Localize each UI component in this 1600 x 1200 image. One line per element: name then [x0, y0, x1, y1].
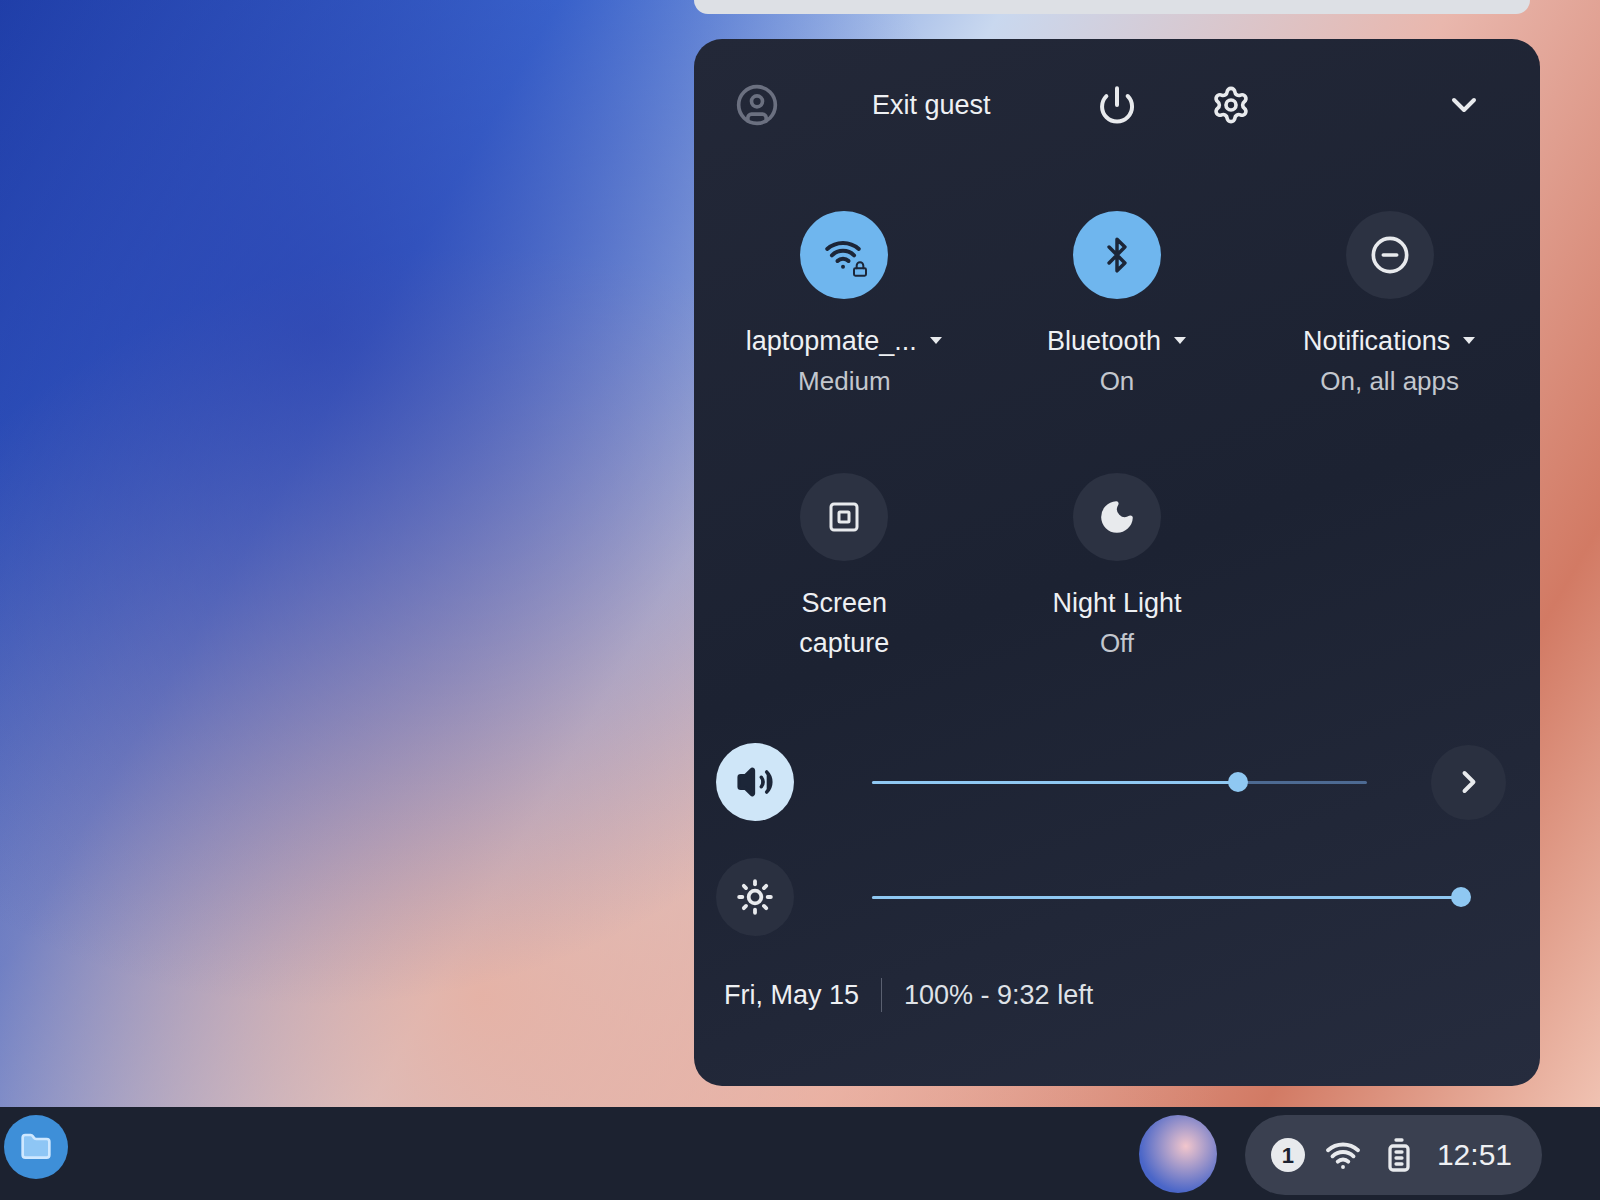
shelf-avatar[interactable] [1139, 1115, 1217, 1193]
panel-header: Exit guest [694, 39, 1540, 171]
volume-button[interactable] [716, 743, 794, 821]
feature-label: Night Light [1052, 583, 1181, 623]
gear-icon[interactable] [1211, 85, 1251, 125]
feature-tile[interactable]: Screen capture [708, 473, 981, 663]
feature-label: Bluetooth [1047, 321, 1161, 361]
collapse-chevron-icon[interactable] [1444, 85, 1484, 125]
wifi-lock-icon [824, 235, 864, 275]
volume-slider-row [694, 743, 1540, 821]
user-avatar-icon [735, 83, 779, 127]
files-app-button[interactable] [4, 1115, 68, 1179]
chromeos-screen: Exit guestlaptopmate_...MediumBluetoothO… [0, 0, 1600, 1200]
brightness-icon [736, 878, 774, 916]
audio-settings-button[interactable] [1431, 745, 1506, 820]
feature-label: Notifications [1303, 321, 1450, 361]
feature-button[interactable] [800, 473, 888, 561]
dropdown-caret-icon[interactable] [1173, 336, 1187, 346]
slider-track [872, 781, 1367, 784]
dropdown-caret-icon[interactable] [929, 336, 943, 346]
battery-label: 100% - 9:32 left [904, 977, 1093, 1013]
wifi-status-icon [1325, 1137, 1361, 1173]
power-icon[interactable] [1097, 85, 1137, 125]
slider-fill [872, 896, 1461, 899]
feature-button[interactable] [1073, 473, 1161, 561]
panel-footer: Fri, May 15 100% - 9:32 left [694, 977, 1540, 1013]
feature-sublabel: Off [1100, 623, 1134, 663]
feature-button[interactable] [1073, 211, 1161, 299]
slider-fill [872, 781, 1238, 784]
feature-button[interactable] [1346, 211, 1434, 299]
brightness-button[interactable] [716, 858, 794, 936]
clock[interactable]: 12:51 [1437, 1137, 1512, 1173]
brightness-slider-row [694, 858, 1540, 936]
feature-label: laptopmate_... [746, 321, 917, 361]
status-tray[interactable]: 1 12:51 [1245, 1115, 1542, 1195]
quick-settings-panel: Exit guestlaptopmate_...MediumBluetoothO… [694, 39, 1540, 1086]
folder-icon [20, 1131, 52, 1163]
date-label[interactable]: Fri, May 15 [724, 977, 859, 1013]
desktop: Exit guestlaptopmate_...MediumBluetoothO… [0, 0, 1600, 1107]
feature-sublabel: On [1100, 361, 1135, 401]
speaker-icon [736, 763, 774, 801]
shelf: 1 12:51 [0, 1107, 1600, 1200]
chevron-right-icon [1451, 764, 1487, 800]
screen-capture-icon [826, 499, 862, 535]
battery-icon [1381, 1137, 1417, 1173]
feature-button[interactable] [800, 211, 888, 299]
feature-label: Screen capture [759, 583, 929, 663]
feature-sublabel: Medium [798, 361, 890, 401]
bluetooth-icon [1098, 236, 1136, 274]
feature-sublabel: On, all apps [1320, 361, 1459, 401]
feature-tiles: laptopmate_...MediumBluetoothOnNotificat… [694, 211, 1540, 663]
slider-track [872, 896, 1461, 899]
brightness-slider[interactable] [872, 885, 1461, 909]
exit-guest-button[interactable]: Exit guest [872, 90, 991, 120]
slider-thumb[interactable] [1228, 772, 1248, 792]
slider-thumb[interactable] [1451, 887, 1471, 907]
notification-bubble-edge [694, 0, 1530, 14]
volume-slider[interactable] [872, 770, 1367, 794]
feature-tile[interactable]: Night LightOff [981, 473, 1254, 663]
do-not-disturb-icon [1370, 235, 1410, 275]
footer-divider [881, 978, 882, 1012]
lock-icon [852, 261, 868, 277]
feature-tile[interactable]: BluetoothOn [981, 211, 1254, 401]
feature-tile[interactable]: laptopmate_...Medium [708, 211, 981, 401]
dropdown-caret-icon[interactable] [1462, 336, 1476, 346]
night-light-icon [1098, 498, 1136, 536]
feature-tile[interactable]: NotificationsOn, all apps [1253, 211, 1526, 401]
notification-count-badge[interactable]: 1 [1271, 1138, 1305, 1172]
